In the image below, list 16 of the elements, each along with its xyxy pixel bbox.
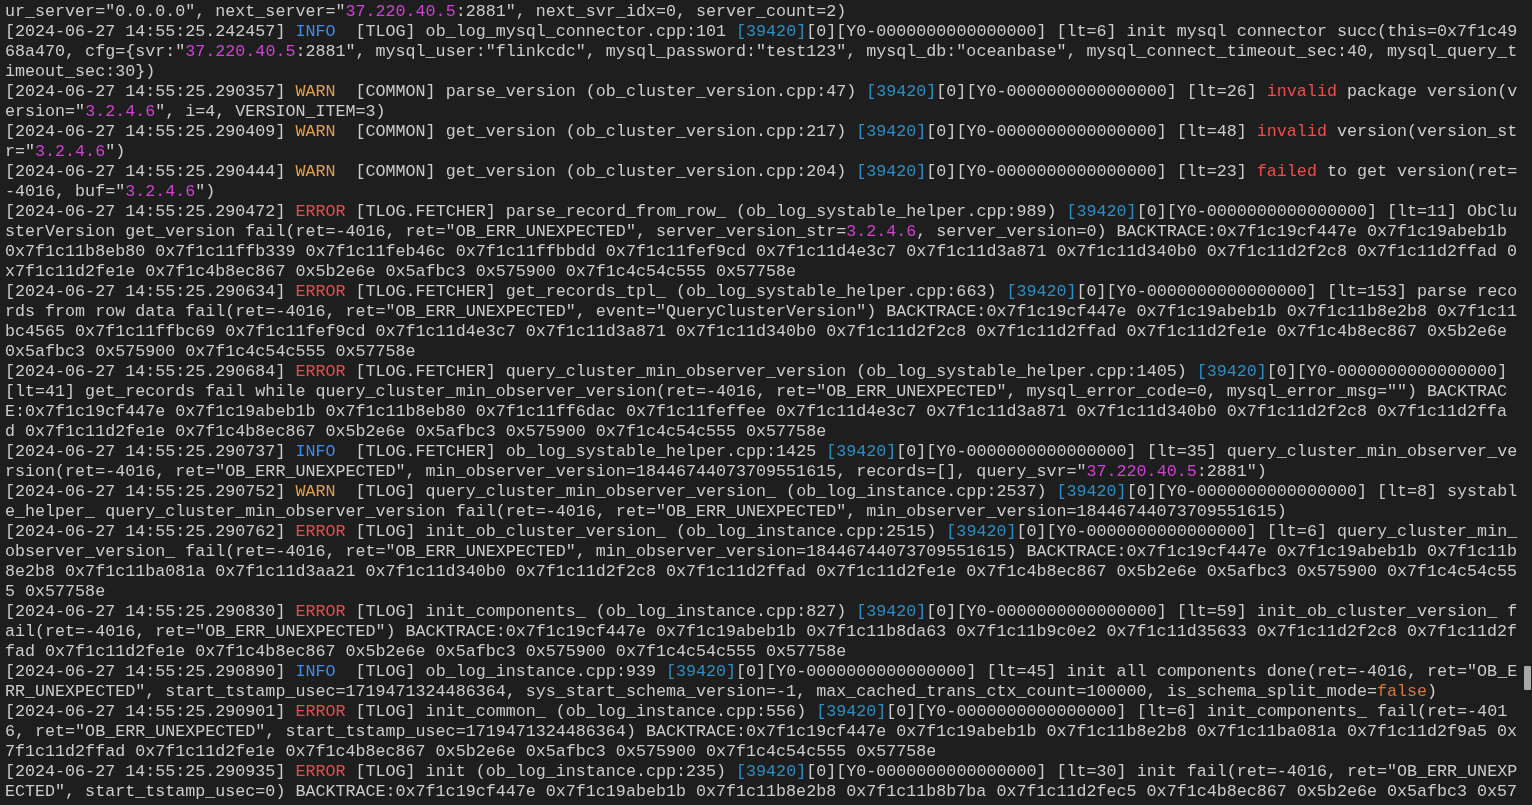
log-line: [2024-06-27 14:55:25.290684] ERROR [TLOG.FETCHER] query_cluster_min_observer_version (ob_log_systable_helper.cpp:1405) [39420][0][Y0-0000000000000000] [lt=41] get_records fail while query_cluster_min_observer_version(ret=-4016, ret="OB_ERR_UNEXPECTED", mysql_error_code=0, mysql_error_msg="") BACKTRACE:0x7f1c19cf447e 0x7f1c19abeb1b 0x7f1c11b8eb80 0x7f1c11ff6dac 0x7f1c11feffee 0x7f1c11d4e3c7 0x7f1c11d3a871 0x7f1c11d340b0 0x7f1c11d2f2c8 0x7f1c11d2ffad 0x7f1c11d2fe1e 0x7f1c4b8ec867 0x5b2e6e 0x5afbc3 0x575900 0x7f1c4c54c555 0x57758e xyxy=(5,362,1509,442)
log-line: [2024-06-27 14:55:25.290752] WARN [TLOG] query_cluster_min_observer_version_ (ob_log_instance.cpp:2537) [39420][0][Y0-0000000000000000] [lt=8] systable_helper_ query_cluster_min_observer_version fail(ret=-4016, ret="OB_ERR_UNEXPECTED", min_observer_version=18446744073709551615) xyxy=(5,482,1519,522)
log-line: ur_server="0.0.0.0", next_server="37.220.40.5:2881", next_svr_idx=0, server_count=2) xyxy=(5,2,848,22)
log-line: [2024-06-27 14:55:25.242457] INFO [TLOG] ob_log_mysql_connector.cpp:101 [39420][0][Y0-0000000000000000] [lt=6] init mysql connector succ(this=0x7f1c4968a470, cfg={svr:"37.220.40.5:2881", mysql_user:"flinkcdc", mysql_password:"test123", mysql_db:"oceanbase", mysql_connect_timeout_sec:40, mysql_query_timeout_sec:30}) xyxy=(5,22,1519,82)
log-line: [2024-06-27 14:55:25.290737] INFO [TLOG.FETCHER] ob_log_systable_helper.cpp:1425 [39420][0][Y0-0000000000000000] [lt=35] query_cluster_min_observer_version(ret=-4016, ret="OB_ERR_UNEXPECTED", min_observer_version=18446744073709551615, records=[], query_svr="37.220.40.5:2881") xyxy=(5,442,1519,482)
log-line: [2024-06-27 14:55:25.290830] ERROR [TLOG] init_components_ (ob_log_instance.cpp:827) [39420][0][Y0-0000000000000000] [lt=59] init_ob_cluster_version_ fail(ret=-4016, ret="OB_ERR_UNEXPECTED") BACKTRACE:0x7f1c19cf447e 0x7f1c19abeb1b 0x7f1c11b8da63 0x7f1c11b9c0e2 0x7f1c11d35633 0x7f1c11d2f2c8 0x7f1c11d2ffad 0x7f1c11d2fe1e 0x7f1c4b8ec867 0x5b2e6e 0x5afbc3 0x575900 0x7f1c4c54c555 0x57758e xyxy=(5,602,1519,662)
log-line: [2024-06-27 14:55:25.290472] ERROR [TLOG.FETCHER] parse_record_from_row_ (ob_log_systable_helper.cpp:989) [39420][0][Y0-0000000000000000] [lt=11] ObClusterVersion get_version fail(ret=-4016, ret="OB_ERR_UNEXPECTED", server_version_str=3.2.4.6, server_version=0) BACKTRACE:0x7f1c19cf447e 0x7f1c19abeb1b 0x7f1c11b8eb80 0x7f1c11ffb339 0x7f1c11feb46c 0x7f1c11ffbbdd 0x7f1c11fef9cd 0x7f1c11d4e3c7 0x7f1c11d3a871 0x7f1c11d340b0 0x7f1c11d2f2c8 0x7f1c11d2ffad 0x7f1c11d2fe1e 0x7f1c4b8ec867 0x5b2e6e 0x5afbc3 0x575900 0x7f1c4c54c555 0x57758e xyxy=(5,202,1519,282)
log-line: [2024-06-27 14:55:25.290935] ERROR [TLOG] init (ob_log_instance.cpp:235) [39420][0][Y0-0000000000000000] [lt=30] init fail(ret=-4016, ret="OB_ERR_UNEXPECTED", start_tstamp_usec=0) BACKTRACE:0x7f1c19cf447e 0x7f1c19abeb1b 0x7f1c11b8e2b8 0x7f1c11b8b7ba 0x7f1c11d2fec5 0x7f1c4b8ec867 0x5b2e6e 0x5afbc3 0x57 xyxy=(5,762,1519,802)
log-line: [2024-06-27 14:55:25.290901] ERROR [TLOG] init_common_ (ob_log_instance.cpp:556) [39420][0][Y0-0000000000000000] [lt=6] init_components_ fail(ret=-4016, ret="OB_ERR_UNEXPECTED", start_tstamp_usec=1719471324486364) BACKTRACE:0x7f1c19cf447e 0x7f1c19abeb1b 0x7f1c11b8e2b8 0x7f1c11ba081a 0x7f1c11d2f9a5 0x7f1c11d2ffad 0x7f1c11d2fe1e 0x7f1c4b8ec867 0x5b2e6e 0x5afbc3 0x575900 0x7f1c4c54c555 0x57758e xyxy=(5,702,1519,762)
log-line: [2024-06-27 14:55:25.290444] WARN [COMMON] get_version (ob_cluster_version.cpp:204) [39420][0][Y0-0000000000000000] [lt=23] failed to get version(ret=-4016, buf="3.2.4.6") xyxy=(5,162,1519,202)
log-line: [2024-06-27 14:55:25.290409] WARN [COMMON] get_version (ob_cluster_version.cpp:217) [39420][0][Y0-0000000000000000] [lt=48] invalid version(version_str="3.2.4.6") xyxy=(5,122,1519,162)
log-line: [2024-06-27 14:55:25.290357] WARN [COMMON] parse_version (ob_cluster_version.cpp:47) [39420][0][Y0-0000000000000000] [lt=26] invalid package version(version="3.2.4.6", i=4, VERSION_ITEM=3) xyxy=(5,82,1519,122)
scrollbar-thumb[interactable] xyxy=(1524,666,1531,690)
log-line: [2024-06-27 14:55:25.290634] ERROR [TLOG.FETCHER] get_records_tpl_ (ob_log_systable_helper.cpp:663) [39420][0][Y0-0000000000000000] [lt=153] parse records from row data fail(ret=-4016, ret="OB_ERR_UNEXPECTED", event="QueryClusterVersion") BACKTRACE:0x7f1c19cf447e 0x7f1c19abeb1b 0x7f1c11b8e2b8 0x7f1c11bc4565 0x7f1c11ffbc69 0x7f1c11fef9cd 0x7f1c11d4e3c7 0x7f1c11d3a871 0x7f1c11d340b0 0x7f1c11d2f2c8 0x7f1c11d2ffad 0x7f1c11d2fe1e 0x7f1c4b8ec867 0x5b2e6e 0x5afbc3 0x575900 0x7f1c4c54c555 0x57758e xyxy=(5,282,1519,362)
log-line: [2024-06-27 14:55:25.290890] INFO [TLOG] ob_log_instance.cpp:939 [39420][0][Y0-0000000000000000] [lt=45] init all components done(ret=-4016, ret="OB_ERR_UNEXPECTED", start_tstamp_usec=1719471324486364, sys_start_schema_version=-1, max_cached_trans_ctx_count=100000, is_schema_split_mode=false) xyxy=(5,662,1519,702)
log-line: [2024-06-27 14:55:25.290762] ERROR [TLOG] init_ob_cluster_version_ (ob_log_instance.cpp:2515) [39420][0][Y0-0000000000000000] [lt=6] query_cluster_min_observer_version_ fail(ret=-4016, ret="OB_ERR_UNEXPECTED", min_observer_version=18446744073709551615) BACKTRACE:0x7f1c19cf447e 0x7f1c19abeb1b 0x7f1c11b8e2b8 0x7f1c11ba081a 0x7f1c11d3aa21 0x7f1c11d340b0 0x7f1c11d2f2c8 0x7f1c11d2ffad 0x7f1c11d2fe1e 0x7f1c4b8ec867 0x5b2e6e 0x5afbc3 0x575900 0x7f1c4c54c555 0x57758e xyxy=(5,522,1519,602)
